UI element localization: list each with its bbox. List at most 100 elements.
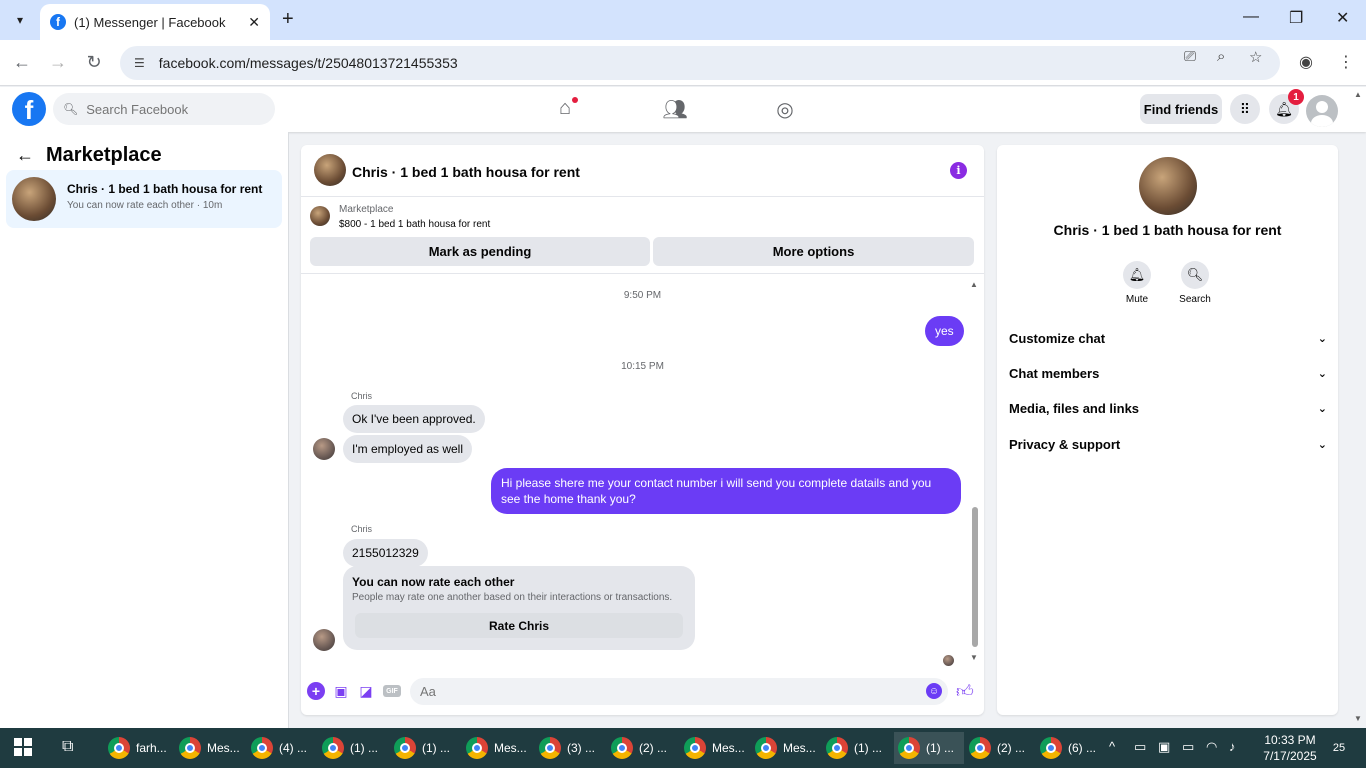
taskbar-chrome-window[interactable]: (1) ... (822, 732, 892, 764)
taskbar-window-label: (3) ... (567, 741, 596, 755)
more-options-button[interactable]: More options (653, 237, 974, 266)
message-out[interactable]: Hi please shere me your contact number i… (491, 468, 961, 514)
chrome-icon (539, 737, 561, 759)
facebook-search-input[interactable] (86, 101, 257, 117)
chrome-icon (251, 737, 273, 759)
close-tab-icon[interactable]: ✕ (248, 14, 260, 31)
privacy-support-row[interactable]: Privacy & support ⌄ (1009, 432, 1327, 456)
notification-badge: 1 (1288, 89, 1304, 105)
taskbar-chrome-window[interactable]: (6) ... (1036, 732, 1106, 764)
message-in[interactable]: I'm employed as well (343, 435, 472, 463)
rate-chris-button[interactable]: Rate Chris (355, 613, 683, 638)
thumbs-up-icon[interactable]: 👍︎ (956, 681, 974, 702)
browser-toolbar: ← → ↻ ☰ facebook.com/messages/t/25048013… (0, 40, 1366, 86)
message-out[interactable]: yes (925, 316, 964, 346)
display-icon[interactable]: ▣ (1158, 739, 1170, 755)
new-tab-icon[interactable]: + (282, 9, 294, 29)
message-in[interactable]: 2155012329 (343, 539, 428, 567)
page-scrollbar[interactable]: ▲ ▼ (1352, 88, 1366, 728)
tray-overflow-icon[interactable]: ^ (1109, 739, 1115, 754)
menu-grid-icon[interactable]: ⠿ (1230, 94, 1260, 124)
bell-icon[interactable]: 🔔︎ (1123, 261, 1151, 289)
taskbar-chrome-window[interactable]: (3) ... (535, 732, 605, 764)
search-action[interactable]: 🔍︎ Search (1165, 261, 1225, 305)
taskbar-window-label: (1) ... (422, 741, 451, 755)
taskbar-chrome-window[interactable]: (1) ... (390, 732, 460, 764)
taskbar-chrome-window[interactable]: Mes... (462, 732, 532, 764)
groups-icon[interactable]: ◎ (770, 97, 800, 122)
plus-icon[interactable]: + (307, 682, 325, 700)
chat-avatar[interactable] (314, 154, 346, 186)
mark-as-pending-button[interactable]: Mark as pending (310, 237, 650, 266)
gif-icon[interactable]: GIF (383, 685, 401, 697)
chat-members-row[interactable]: Chat members ⌄ (1009, 361, 1327, 385)
message-in[interactable]: Ok I've been approved. (343, 405, 485, 433)
sticker-icon[interactable]: ◪ (357, 682, 375, 700)
windows-start-icon[interactable] (14, 738, 32, 756)
taskbar-chrome-window[interactable]: (2) ... (965, 732, 1035, 764)
close-window-icon[interactable]: ✕ (1336, 8, 1349, 28)
scroll-thumb[interactable] (972, 507, 978, 647)
friends-icon[interactable]: 👥︎ (660, 97, 690, 122)
profile-avatar[interactable] (1139, 157, 1197, 215)
browser-menu-icon[interactable]: ⋮ (1338, 52, 1354, 72)
wifi-icon[interactable]: ◠ (1206, 739, 1217, 755)
site-info-icon[interactable]: ☰ (134, 56, 145, 70)
chat-panel: Chris · 1 bed 1 bath housa for rent i Ma… (301, 145, 984, 715)
restore-icon[interactable]: ❐ (1289, 8, 1303, 28)
zoom-icon[interactable]: ⌕ (1217, 48, 1225, 65)
taskbar-chrome-window[interactable]: (4) ... (247, 732, 317, 764)
media-files-row[interactable]: Media, files and links ⌄ (1009, 396, 1327, 420)
back-icon[interactable]: ← (11, 52, 33, 73)
chat-scrollbar[interactable]: ▲ ▼ (970, 280, 980, 665)
timestamp: 9:50 PM (623, 290, 662, 301)
taskbar-chrome-window[interactable]: Mes... (751, 732, 821, 764)
browser-tab-strip: ▾ f (1) Messenger | Facebook ✕ + — ❐ ✕ (0, 0, 1366, 40)
emoji-icon[interactable]: ☺ (926, 683, 942, 699)
tab-title: (1) Messenger | Facebook (74, 14, 226, 30)
address-bar[interactable]: ☰ facebook.com/messages/t/25048013721455… (120, 46, 1280, 80)
taskbar-chrome-window[interactable]: (1) ... (894, 732, 964, 764)
account-avatar[interactable] (1306, 95, 1338, 127)
notification-center[interactable]: 25 (1326, 737, 1352, 759)
listing-label: Marketplace (339, 204, 394, 215)
search-icon[interactable]: 🔍︎ (1181, 261, 1209, 289)
facebook-search[interactable]: 🔍︎ (53, 93, 275, 125)
install-app-icon[interactable]: ⎚ (1184, 48, 1196, 65)
listing-thumbnail[interactable] (310, 206, 330, 226)
mute-action[interactable]: 🔔︎ Mute (1107, 261, 1167, 305)
reload-icon[interactable]: ↻ (83, 52, 105, 73)
sender-avatar[interactable] (313, 438, 335, 460)
tab-search-button[interactable]: ▾ (8, 8, 32, 32)
facebook-logo-icon[interactable]: f (12, 92, 46, 126)
chat-title[interactable]: Chris · 1 bed 1 bath housa for rent (352, 164, 580, 180)
taskbar-chrome-window[interactable]: (1) ... (318, 732, 388, 764)
minimize-icon[interactable]: — (1243, 8, 1259, 26)
taskbar-chrome-window[interactable]: farh... (104, 732, 174, 764)
taskbar-chrome-window[interactable]: Mes... (175, 732, 245, 764)
find-friends-button[interactable]: Find friends (1140, 94, 1222, 124)
meet-icon[interactable]: ▭ (1134, 739, 1146, 755)
system-clock[interactable]: 10:33 PM 7/17/2025 (1255, 732, 1325, 764)
conversation-item[interactable]: Chris · 1 bed 1 bath housa for rent You … (6, 170, 282, 228)
taskbar-chrome-window[interactable]: (2) ... (607, 732, 677, 764)
scroll-up-icon[interactable]: ▲ (970, 280, 978, 289)
taskbar-chrome-window[interactable]: Mes... (680, 732, 750, 764)
bookmark-star-icon[interactable]: ☆ (1249, 48, 1262, 66)
scroll-down-icon[interactable]: ▼ (970, 653, 978, 662)
page-scroll-up-icon[interactable]: ▲ (1354, 90, 1362, 99)
task-view-icon[interactable]: ⧉ (62, 738, 73, 756)
browser-tab-active[interactable]: f (1) Messenger | Facebook ✕ (40, 4, 270, 40)
volume-icon[interactable]: ♪ (1229, 739, 1236, 754)
sender-avatar[interactable] (313, 629, 335, 651)
message-input[interactable] (410, 678, 948, 705)
forward-icon[interactable]: → (47, 52, 69, 73)
search-icon: 🔍︎ (63, 102, 79, 116)
profile-icon[interactable]: ◉ (1299, 52, 1313, 72)
photo-icon[interactable]: ▣ (332, 682, 350, 700)
customize-chat-row[interactable]: Customize chat ⌄ (1009, 326, 1327, 350)
back-arrow-icon[interactable]: ← (16, 145, 34, 166)
battery-icon[interactable]: ▭ (1182, 739, 1194, 755)
info-icon[interactable]: i (950, 162, 967, 179)
page-scroll-down-icon[interactable]: ▼ (1354, 714, 1362, 723)
